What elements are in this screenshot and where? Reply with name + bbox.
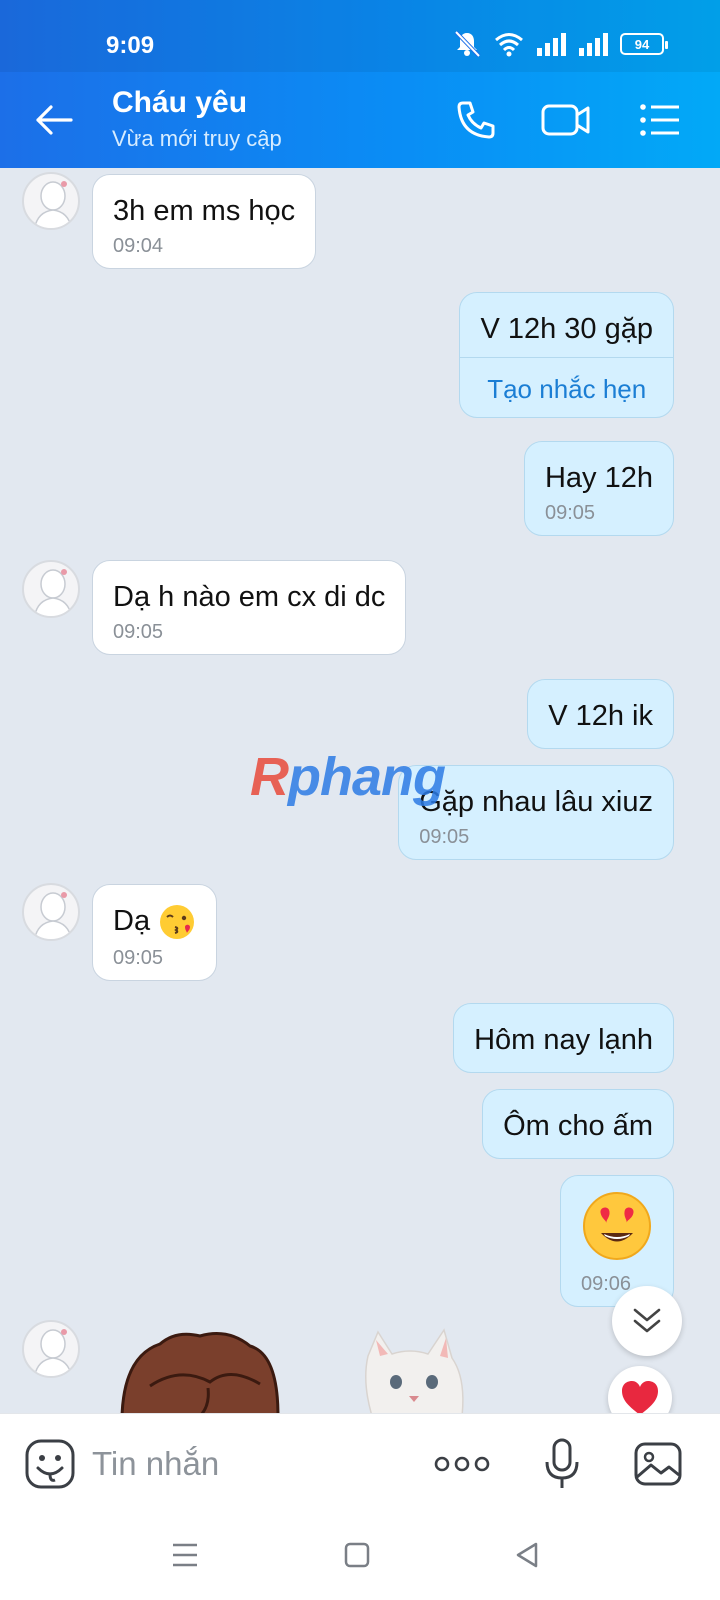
back-arrow-icon <box>36 105 73 135</box>
watermark-logo: Rphang <box>250 747 446 807</box>
create-reminder-link[interactable]: Tạo nhắc hẹn <box>460 357 673 409</box>
quick-reaction-button[interactable] <box>608 1366 672 1413</box>
status-icons: 94 <box>452 30 668 58</box>
contact-name[interactable]: Cháu yêu <box>112 86 247 120</box>
signal-icon-2 <box>578 32 608 56</box>
back-button[interactable] <box>30 96 78 144</box>
more-dots-icon <box>434 1456 490 1472</box>
chat-header: Cháu yêu Vừa mới truy cập <box>0 72 720 168</box>
message-input[interactable] <box>92 1438 392 1490</box>
message-time: 09:05 <box>544 502 596 524</box>
triangle-back-icon <box>516 1542 538 1568</box>
avatar-silhouette-icon <box>33 181 73 228</box>
message-text: Dạ <box>113 903 196 941</box>
mute-bell-icon <box>452 30 482 58</box>
kissing-face-emoji <box>160 905 195 940</box>
phone-icon <box>457 101 495 139</box>
message-text: Hay 12h <box>544 462 653 494</box>
video-call-icon <box>541 104 590 136</box>
avatar-silhouette-icon <box>33 569 73 616</box>
contact-avatar[interactable] <box>22 1320 80 1378</box>
heart-icon <box>622 1381 658 1413</box>
send-image-button[interactable] <box>630 1436 686 1492</box>
message-bubble-outgoing[interactable]: Hôm nay lạnh <box>453 1003 674 1073</box>
image-gallery-icon <box>634 1442 682 1486</box>
contact-avatar[interactable] <box>22 172 80 230</box>
message-time: 09:04 <box>113 235 164 257</box>
message-time: 09:05 <box>419 826 470 848</box>
more-options-button[interactable] <box>432 1436 492 1492</box>
message-input-bar <box>0 1413 720 1513</box>
message-bubble-outgoing[interactable]: V 12h 30 gặp Tạo nhắc hẹn <box>459 292 674 418</box>
message-bubble-outgoing[interactable]: Ôm cho ấm <box>482 1089 674 1159</box>
message-bubble-outgoing[interactable]: V 12h ik <box>527 679 674 749</box>
signal-icon-1 <box>536 32 566 56</box>
status-time: 9:09 <box>106 32 155 59</box>
scroll-to-bottom-button[interactable] <box>612 1286 682 1356</box>
video-call-button[interactable] <box>540 94 592 146</box>
message-time: 09:05 <box>113 621 164 643</box>
square-home-icon <box>344 1542 370 1568</box>
message-text: Gặp nhau lâu xiuz <box>419 786 653 818</box>
voice-call-button[interactable] <box>450 94 502 146</box>
battery-indicator: 94 <box>620 33 668 55</box>
message-bubble-incoming[interactable]: Dạ 09:05 <box>92 884 218 982</box>
chat-options-button[interactable] <box>634 94 686 146</box>
status-bar: 9:09 94 <box>0 0 720 72</box>
message-text: Hôm nay lạnh <box>474 1024 653 1056</box>
microphone-icon <box>545 1438 579 1488</box>
message-text: Ôm cho ấm <box>503 1110 653 1142</box>
message-text: V 12h ik <box>548 700 653 732</box>
avatar-silhouette-icon <box>33 892 73 939</box>
emoji-sticker-icon <box>25 1439 75 1489</box>
message-text: V 12h 30 gặp <box>480 313 653 345</box>
sticker-button[interactable] <box>22 1436 78 1492</box>
message-text: Dạ h nào em cx di dc <box>113 581 386 613</box>
sticker-image[interactable] <box>110 1326 510 1413</box>
message-bubble-incoming[interactable]: 3h em ms học 09:04 <box>92 174 317 269</box>
voice-message-button[interactable] <box>534 1436 590 1492</box>
system-navigation-bar <box>0 1513 720 1600</box>
message-time: 09:05 <box>113 947 164 970</box>
contact-avatar[interactable] <box>22 883 80 941</box>
top-bar: 9:09 94 Cháu yêu Vừa mới truy cập <box>0 0 720 168</box>
heart-eyes-emoji <box>583 1192 651 1260</box>
menu-lines-icon <box>173 1543 197 1567</box>
system-back-button[interactable] <box>502 1533 552 1577</box>
message-list[interactable]: 3h em ms học 09:04 V 12h 30 gặp Tạo nhắc… <box>0 168 720 1413</box>
message-text: 3h em ms học <box>113 195 296 227</box>
recent-apps-button[interactable] <box>160 1533 210 1577</box>
contact-status: Vừa mới truy cập <box>112 126 282 151</box>
menu-list-icon <box>640 104 679 136</box>
double-chevron-down-icon <box>633 1308 661 1333</box>
wifi-icon <box>494 31 524 57</box>
message-bubble-incoming[interactable]: Dạ h nào em cx di dc 09:05 <box>92 560 407 655</box>
contact-avatar[interactable] <box>22 560 80 618</box>
avatar-silhouette-icon <box>33 1329 73 1376</box>
home-button[interactable] <box>332 1533 382 1577</box>
message-bubble-outgoing[interactable]: Hay 12h 09:05 <box>523 441 674 536</box>
